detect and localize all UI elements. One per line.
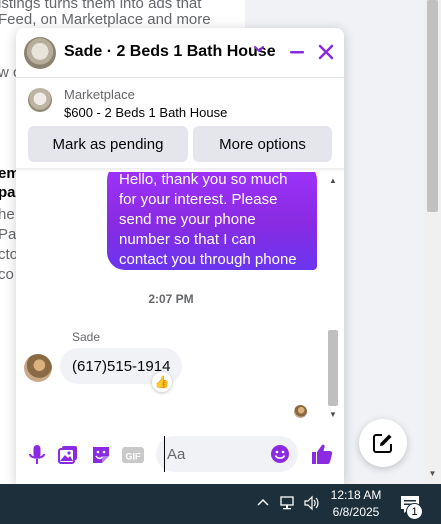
emoji-icon[interactable] xyxy=(270,444,290,464)
chevron-down-icon[interactable] xyxy=(252,42,266,56)
listing-actions: Mark as pending More options xyxy=(16,126,344,164)
notification-count-badge: 1 xyxy=(406,503,423,520)
listing-source: Marketplace xyxy=(64,87,135,102)
message-composer: GIF xyxy=(16,428,344,484)
seen-receipt-avatar xyxy=(294,405,307,418)
chat-scrollbar-thumb[interactable] xyxy=(328,330,338,406)
new-message-button[interactable] xyxy=(359,419,407,467)
background-text: co xyxy=(0,266,14,283)
page-scrollbar-thumb[interactable] xyxy=(427,0,438,212)
listing-title: $600 - 2 Beds 1 Bath House xyxy=(64,105,228,120)
taskbar: 12:18 AM 6/8/2025 1 xyxy=(0,484,441,524)
close-icon[interactable] xyxy=(315,41,337,63)
message-input[interactable] xyxy=(164,436,264,472)
page-scroll-down-icon[interactable]: ▼ xyxy=(427,468,438,480)
chat-window: Sade · 2 Beds 1 Bath House Marketplace $… xyxy=(16,28,344,484)
thumbs-up-reaction-icon[interactable]: 👍 xyxy=(152,372,172,392)
listing-preview[interactable]: Marketplace $600 - 2 Beds 1 Bath House xyxy=(16,79,344,125)
sticker-icon[interactable] xyxy=(90,443,112,467)
minimize-icon[interactable] xyxy=(286,41,308,63)
background-text: pa xyxy=(0,184,16,201)
sent-message-line: send me your phone xyxy=(119,211,256,228)
clock-time[interactable]: 12:18 AM xyxy=(324,488,388,502)
chevron-up-icon[interactable] xyxy=(256,496,270,510)
message-input-box[interactable] xyxy=(156,436,298,472)
microphone-icon[interactable] xyxy=(26,443,48,467)
sender-name: Sade xyxy=(72,330,101,344)
sent-message-line: number so that I can xyxy=(119,231,256,248)
gif-icon[interactable]: GIF xyxy=(121,443,145,467)
sent-message-line: contact you through phone xyxy=(119,251,297,268)
sent-message-line: Hello, thank you so much xyxy=(119,172,288,188)
mark-as-pending-button[interactable]: Mark as pending xyxy=(28,126,188,162)
background-text: Feed, on Marketplace and more xyxy=(0,11,211,28)
volume-icon[interactable] xyxy=(303,495,321,511)
background-text: Pa xyxy=(0,226,17,243)
message-list: Hello, thank you so much for your intere… xyxy=(16,172,326,422)
network-icon[interactable] xyxy=(279,495,297,511)
sender-avatar[interactable] xyxy=(24,354,52,382)
scroll-down-icon[interactable]: ▼ xyxy=(329,410,337,419)
message-timestamp: 2:07 PM xyxy=(148,292,194,306)
svg-text:GIF: GIF xyxy=(126,452,142,462)
avatar[interactable] xyxy=(24,37,56,69)
chat-scrollbar[interactable]: ▲ ▼ xyxy=(326,172,340,422)
sent-message-bubble[interactable]: Hello, thank you so much for your intere… xyxy=(107,172,317,270)
background-text: he xyxy=(0,206,15,223)
listing-thumbnail xyxy=(28,88,52,112)
scroll-up-icon[interactable]: ▲ xyxy=(329,176,337,185)
sent-message-line: for your interest. Please xyxy=(119,191,278,208)
thumbs-up-icon[interactable] xyxy=(310,442,334,466)
compose-new-message-icon xyxy=(373,434,392,453)
more-options-button[interactable]: More options xyxy=(193,126,332,162)
chat-title[interactable]: Sade · 2 Beds 1 Bath House xyxy=(64,43,276,61)
chat-header: Sade · 2 Beds 1 Bath House xyxy=(16,28,344,78)
photo-icon[interactable] xyxy=(57,443,79,467)
clock-date[interactable]: 6/8/2025 xyxy=(324,505,388,519)
